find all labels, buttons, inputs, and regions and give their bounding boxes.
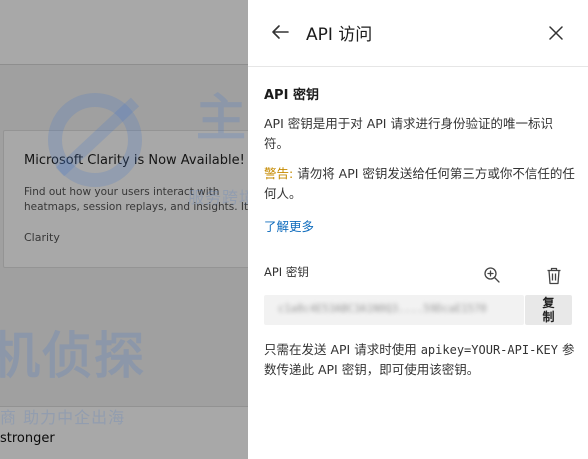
- api-key-value: c1a8c4E53ABC3A1N0Q3....59DcaE1570: [278, 303, 487, 315]
- arrow-left-icon: [272, 25, 289, 39]
- close-button[interactable]: [544, 21, 568, 45]
- learn-more-link[interactable]: 了解更多: [264, 216, 314, 235]
- usage-instructions: 只需在发送 API 请求时使用 apikey=YOUR-API-KEY 参数传递…: [264, 340, 576, 379]
- zoom-in-icon: [484, 267, 500, 283]
- api-access-panel: API 访问 API 密钥 API 密钥是用于对 API 请求进行身份验证的唯一…: [248, 0, 588, 459]
- section-title: API 密钥: [264, 88, 319, 103]
- warning-message: 请勿将 API 密钥发送给任何第三方或你不信任的任何人。: [264, 166, 575, 201]
- reveal-key-button[interactable]: [481, 264, 503, 286]
- panel-header: API 访问: [248, 0, 588, 67]
- usage-code: apikey=YOUR-API-KEY: [420, 343, 558, 357]
- api-key-description: API 密钥是用于对 API 请求进行身份验证的唯一标识符。: [264, 116, 553, 151]
- api-key-label: API 密钥: [264, 265, 309, 279]
- copy-button-label: 复制: [542, 296, 555, 324]
- back-button[interactable]: [268, 20, 292, 44]
- trash-icon: [547, 267, 561, 285]
- close-icon: [549, 26, 563, 40]
- screen: Microsoft Clarity is Now Available! Find…: [0, 0, 588, 459]
- background-page: Microsoft Clarity is Now Available! Find…: [0, 0, 248, 459]
- delete-key-button[interactable]: [544, 266, 564, 286]
- usage-prefix: 只需在发送 API 请求时使用: [264, 342, 421, 357]
- modal-overlay[interactable]: [0, 0, 248, 459]
- api-key-field[interactable]: c1a8c4E53ABC3A1N0Q3....59DcaE1570: [264, 295, 524, 325]
- warning-label: 警告:: [264, 166, 294, 181]
- warning-text: 警告: 请勿将 API 密钥发送给任何第三方或你不信任的任何人。: [264, 164, 576, 204]
- panel-title: API 访问: [306, 25, 373, 45]
- copy-button[interactable]: 复制: [525, 295, 572, 325]
